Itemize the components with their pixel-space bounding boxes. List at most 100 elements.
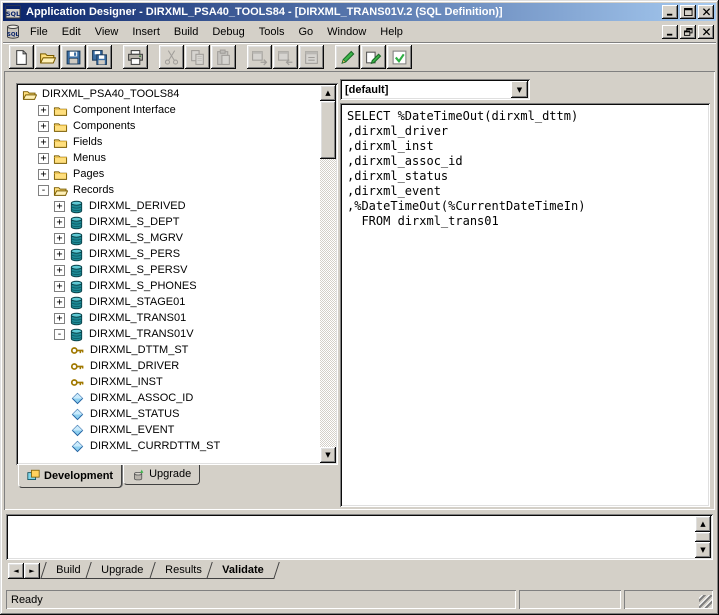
application-icon[interactable]: SQL xyxy=(5,4,21,20)
tree-node[interactable]: DIRXML_CURRDTTM_ST xyxy=(18,438,319,454)
tree-expander-toggle[interactable]: + xyxy=(54,249,65,260)
scroll-thumb[interactable] xyxy=(695,532,711,542)
scroll-up-button[interactable]: ▲ xyxy=(320,85,336,101)
tree-expander-toggle[interactable]: + xyxy=(38,153,49,164)
menu-tools[interactable]: Tools xyxy=(252,23,292,41)
tree-node[interactable]: DIRXML_DTTM_ST xyxy=(18,342,319,358)
output-tab-validate[interactable]: Validate xyxy=(207,562,280,579)
toolbar-new-button[interactable] xyxy=(9,45,34,69)
tree-node[interactable]: DIRXML_PSA40_TOOLS84 xyxy=(18,86,319,102)
titlebar[interactable]: SQL Application Designer - DIRXML_PSA40_… xyxy=(3,3,716,21)
mdi-restore-button[interactable] xyxy=(680,25,696,39)
menu-edit[interactable]: Edit xyxy=(55,23,88,41)
tree-node[interactable]: -DIRXML_TRANS01V xyxy=(18,326,319,342)
output-content[interactable]: ▲ ▼ xyxy=(6,514,713,560)
tree-expander-toggle[interactable]: + xyxy=(54,297,65,308)
tree-node[interactable]: +Fields xyxy=(18,134,319,150)
tree-node[interactable]: +DIRXML_S_MGRV xyxy=(18,230,319,246)
tree-node[interactable]: + DIRXML_S_PERSV xyxy=(18,262,319,278)
scroll-down-button[interactable]: ▼ xyxy=(320,447,336,463)
dropdown-arrow-button[interactable]: ▼ xyxy=(511,81,528,98)
tree-node[interactable]: +DIRXML_DERIVED xyxy=(18,198,319,214)
project-tree-panel[interactable]: DIRXML_PSA40_TOOLS84+Component Interface… xyxy=(16,83,338,465)
tree-node[interactable]: +Component Interface xyxy=(18,102,319,118)
scroll-down-button[interactable]: ▼ xyxy=(695,542,711,558)
maximize-button[interactable] xyxy=(680,5,696,19)
tree-expander-toggle[interactable]: + xyxy=(38,137,49,148)
tree-expander-toggle[interactable]: + xyxy=(54,217,65,228)
toolbar-project-properties-button[interactable] xyxy=(299,45,324,69)
menu-file[interactable]: File xyxy=(23,23,55,41)
tree-node-label: DIRXML_S_PERSV xyxy=(87,264,189,276)
workspace-tab-upgrade[interactable]: Upgrade xyxy=(123,465,200,485)
toolbar-edit-sql-button[interactable] xyxy=(335,45,360,69)
menu-debug[interactable]: Debug xyxy=(205,23,251,41)
tree-expander-toggle[interactable]: - xyxy=(54,329,65,340)
tree-expander-toggle[interactable]: + xyxy=(54,265,65,276)
tree-node[interactable]: DIRXML_INST xyxy=(18,374,319,390)
tree-node[interactable]: -Records xyxy=(18,182,319,198)
tree-node[interactable]: +DIRXML_S_PHONES xyxy=(18,278,319,294)
toolbar-copy-button[interactable] xyxy=(185,45,210,69)
mdi-window-controls xyxy=(662,25,714,39)
toolbar-save-all-button[interactable] xyxy=(87,45,112,69)
key-field-icon xyxy=(70,343,85,358)
tree-expander-toggle[interactable]: + xyxy=(54,201,65,212)
tree-node[interactable]: +DIRXML_TRANS01 xyxy=(18,310,319,326)
mdi-close-button[interactable] xyxy=(698,25,714,39)
output-vertical-scrollbar[interactable]: ▲ ▼ xyxy=(695,516,711,558)
tree-expander-toggle[interactable]: - xyxy=(38,185,49,196)
toolbar-cut-button[interactable] xyxy=(159,45,184,69)
menu-build[interactable]: Build xyxy=(167,23,205,41)
tab-scroll-left-button[interactable]: ◄ xyxy=(8,563,24,579)
tree-node[interactable]: +Pages xyxy=(18,166,319,182)
tree-node[interactable]: DIRXML_ASSOC_ID xyxy=(18,390,319,406)
tree-expander-toggle[interactable]: + xyxy=(54,281,65,292)
tree-node[interactable]: +Menus xyxy=(18,150,319,166)
tree-node[interactable]: +DIRXML_S_DEPT xyxy=(18,214,319,230)
scroll-up-button[interactable]: ▲ xyxy=(695,516,711,532)
tab-scroll-right-button[interactable]: ► xyxy=(24,563,40,579)
tree-node[interactable]: +DIRXML_S_PERS xyxy=(18,246,319,262)
menu-go[interactable]: Go xyxy=(291,23,320,41)
menu-view[interactable]: View xyxy=(88,23,126,41)
tree-expander-toggle[interactable]: + xyxy=(54,233,65,244)
toolbar-edit-record-sql-button[interactable] xyxy=(361,45,386,69)
toolbar-paste-button[interactable] xyxy=(211,45,236,69)
tree-node[interactable]: +Components xyxy=(18,118,319,134)
sql-type-dropdown[interactable]: [default] ▼ xyxy=(340,79,530,100)
scroll-thumb[interactable] xyxy=(320,101,336,159)
tree-expander-toggle[interactable]: + xyxy=(38,169,49,180)
tab-label: Validate xyxy=(223,564,265,576)
tree-node[interactable]: DIRXML_STATUS xyxy=(18,406,319,422)
sql-text-editor[interactable]: SELECT %DateTimeOut(dirxml_dttm) ,dirxml… xyxy=(340,103,710,507)
toolbar-separator xyxy=(113,45,122,69)
tree-expander-toggle[interactable]: + xyxy=(54,313,65,324)
toolbar-insert-into-project-button[interactable] xyxy=(247,45,272,69)
mdi-minimize-button[interactable] xyxy=(662,25,678,39)
tree-node[interactable]: DIRXML_EVENT xyxy=(18,422,319,438)
menu-insert[interactable]: Insert xyxy=(125,23,167,41)
tree-expander-toggle[interactable]: + xyxy=(38,121,49,132)
upgrade-icon xyxy=(132,468,145,481)
resize-grip[interactable] xyxy=(699,595,712,608)
tree-node[interactable]: DIRXML_DRIVER xyxy=(18,358,319,374)
close-button[interactable] xyxy=(698,5,714,19)
sql-definition-icon[interactable]: SQL xyxy=(5,24,21,40)
menu-items: FileEditViewInsertBuildDebugToolsGoWindo… xyxy=(23,23,662,41)
field-icon xyxy=(70,407,85,422)
tree-vertical-scrollbar[interactable]: ▲ ▼ xyxy=(320,85,336,463)
toolbar-validate-sql-button[interactable] xyxy=(387,45,412,69)
tree-node[interactable]: +DIRXML_STAGE01 xyxy=(18,294,319,310)
menu-window[interactable]: Window xyxy=(320,23,373,41)
toolbar-print-button[interactable] xyxy=(123,45,148,69)
tree-expander-toggle[interactable]: + xyxy=(38,105,49,116)
menu-help[interactable]: Help xyxy=(373,23,410,41)
output-tab-upgrade[interactable]: Upgrade xyxy=(86,562,160,579)
toolbar-open-button[interactable] xyxy=(35,45,60,69)
minimize-button[interactable] xyxy=(662,5,678,19)
toolbar-refresh-project-button[interactable] xyxy=(273,45,298,69)
key-field-icon xyxy=(70,359,85,374)
workspace-tab-development[interactable]: Development xyxy=(18,465,122,488)
toolbar-save-button[interactable] xyxy=(61,45,86,69)
